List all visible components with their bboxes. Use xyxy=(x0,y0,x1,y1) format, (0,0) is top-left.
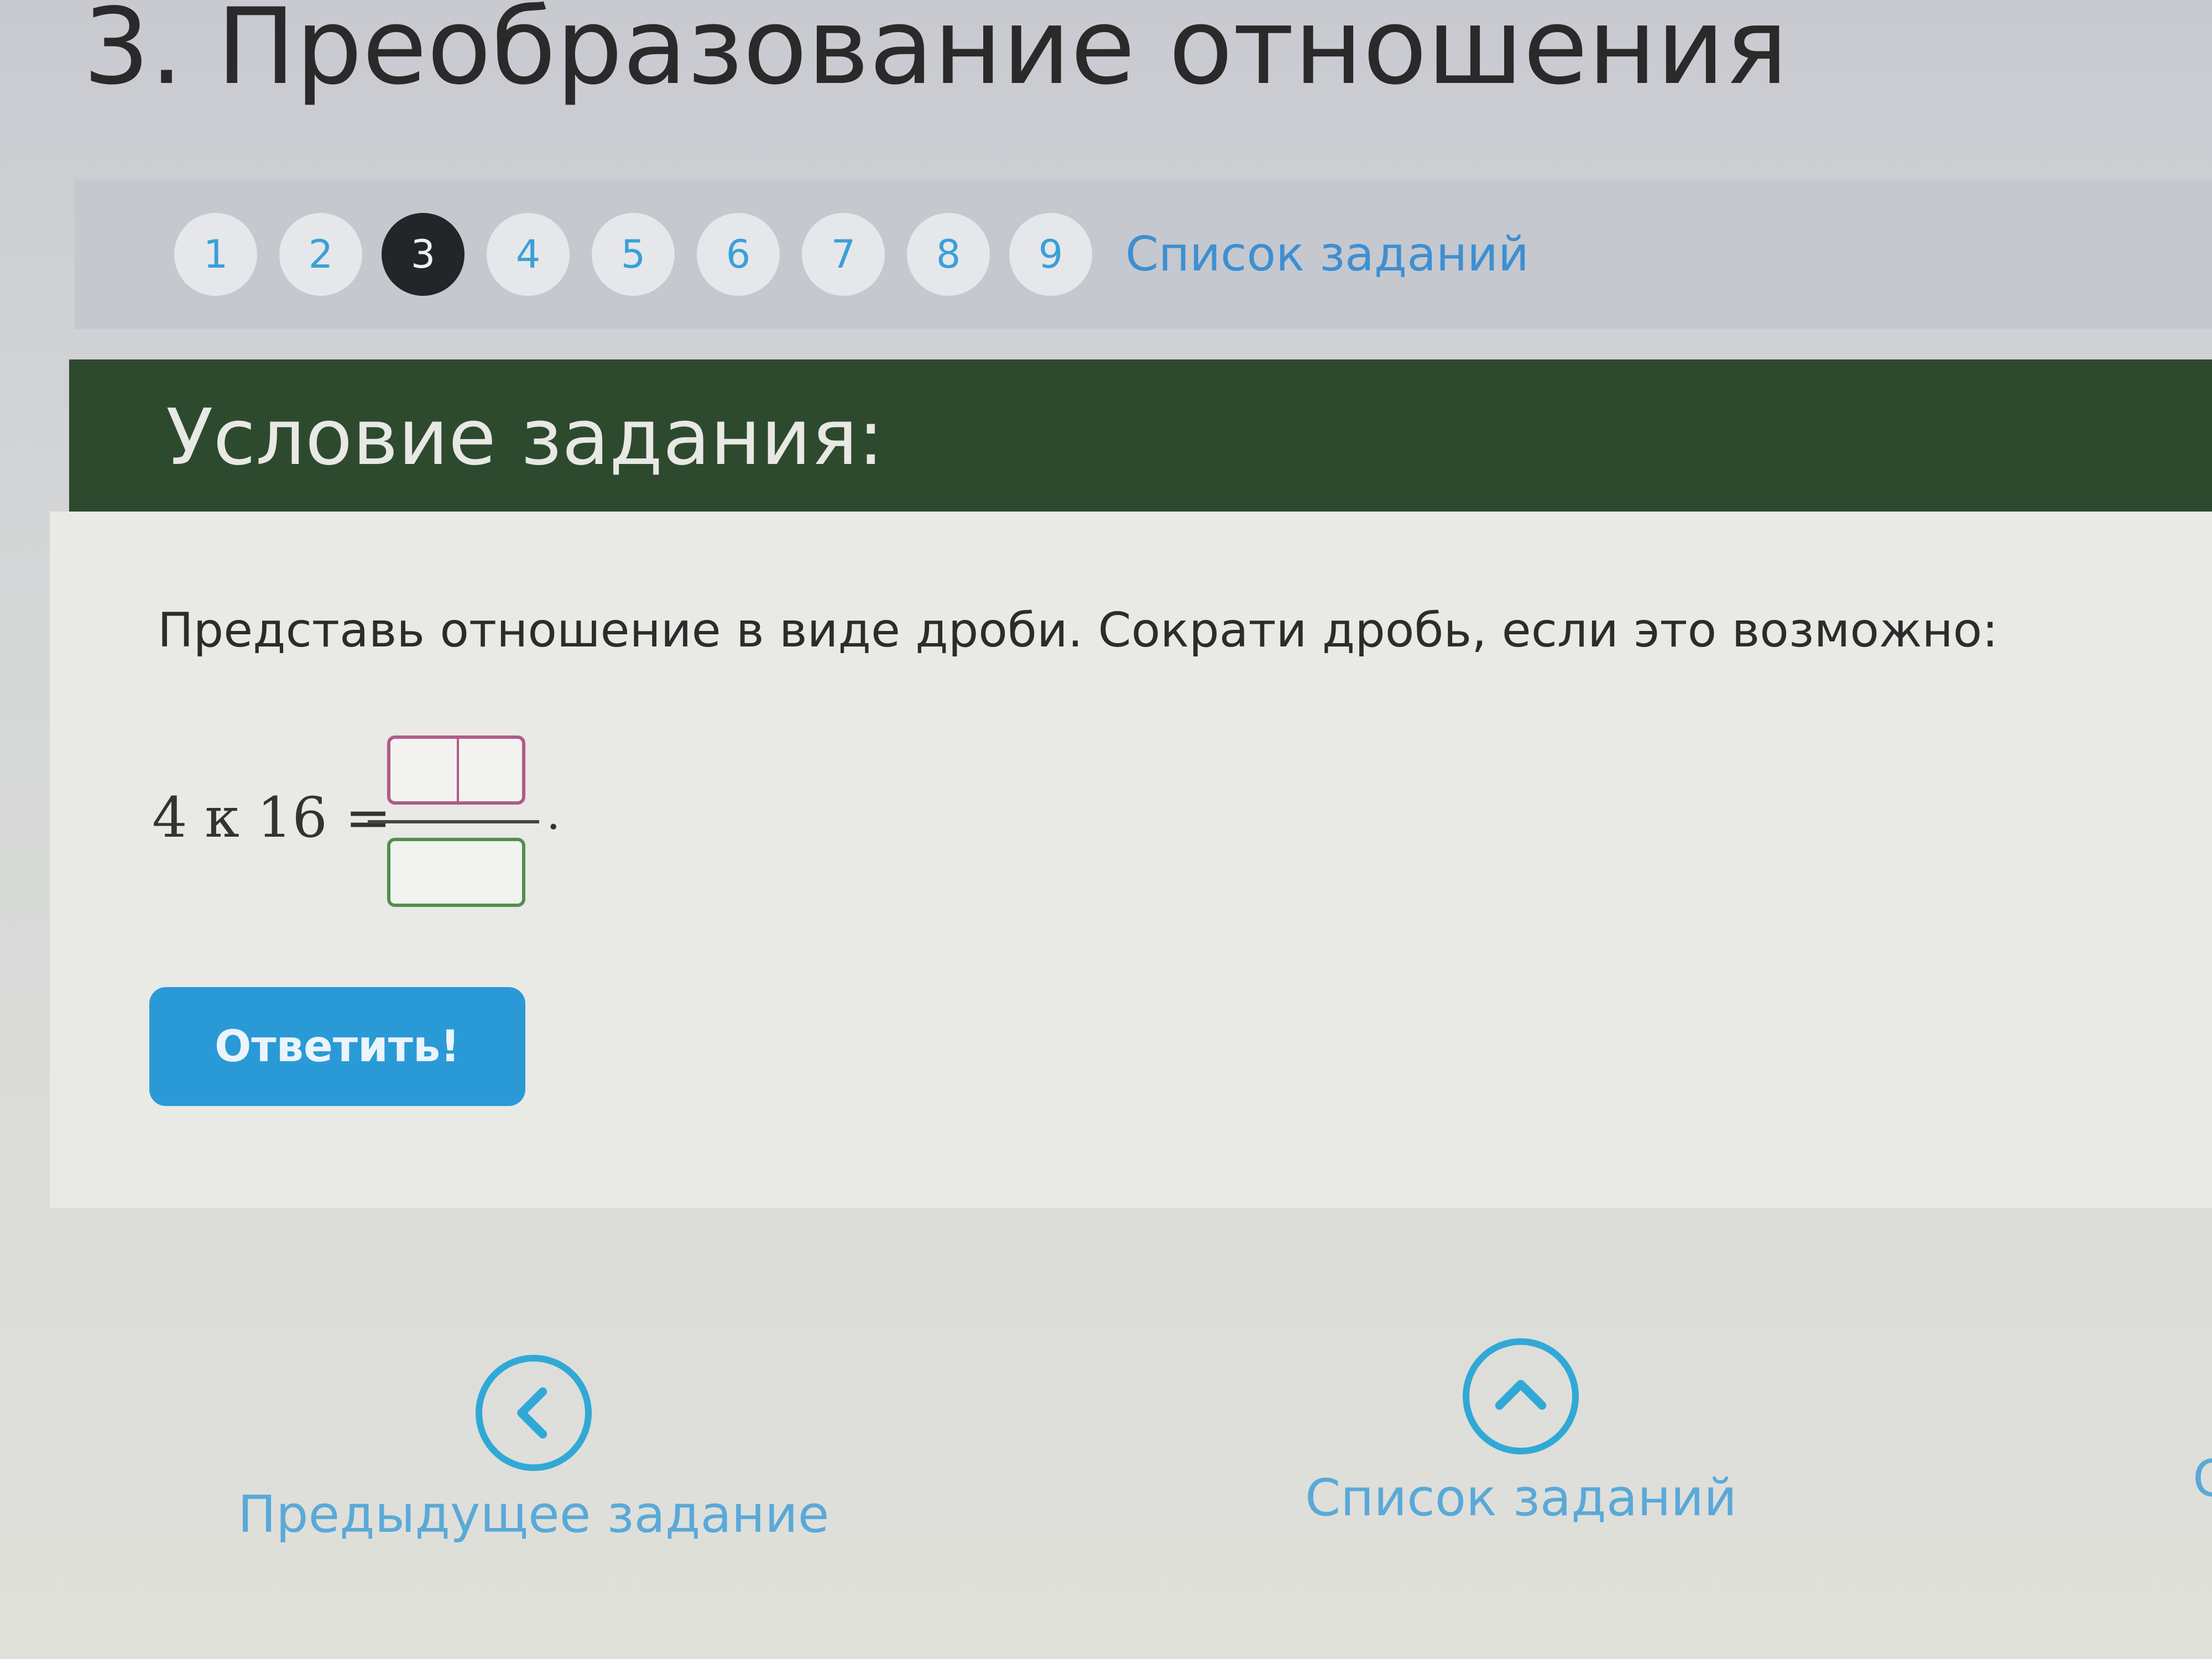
task-instruction: Представь отношение в виде дроби. Сократ… xyxy=(158,603,1999,658)
ratio-expression: 4 к 16 = xyxy=(152,785,392,850)
previous-task-label[interactable]: Предыдущее задание xyxy=(238,1485,829,1544)
section-title: Условие задания: xyxy=(166,393,884,483)
fraction-period: . xyxy=(546,788,561,839)
numerator-input-split xyxy=(387,735,525,805)
page-title: 3. Преобразование отношения xyxy=(83,0,1788,108)
step-5-button[interactable]: 5 xyxy=(592,213,675,296)
task-list-bottom-link[interactable]: Список заданий xyxy=(1305,1338,1737,1527)
next-task-label-fragment[interactable]: С xyxy=(2193,1449,2212,1508)
task-content-card: Представь отношение в виде дроби. Сократ… xyxy=(50,512,2212,1208)
step-1-button[interactable]: 1 xyxy=(174,213,257,296)
step-7-button[interactable]: 7 xyxy=(802,213,885,296)
fraction-bar xyxy=(368,820,539,823)
task-list-bottom-label[interactable]: Список заданий xyxy=(1305,1468,1737,1527)
step-4-button[interactable]: 4 xyxy=(487,213,570,296)
step-9-button[interactable]: 9 xyxy=(1009,213,1092,296)
task-condition-header: Условие задания: xyxy=(69,359,2212,512)
denominator-input[interactable] xyxy=(387,838,525,907)
task-list-link[interactable]: Список заданий xyxy=(1125,227,1529,282)
step-8-button[interactable]: 8 xyxy=(907,213,990,296)
chevron-left-icon[interactable] xyxy=(475,1355,592,1471)
chevron-up-icon[interactable] xyxy=(1463,1338,1579,1454)
answer-button[interactable]: Ответить! xyxy=(149,987,525,1106)
numerator-divider xyxy=(457,739,459,801)
task-nav-bar: 1 2 3 4 5 6 7 8 9 Список заданий xyxy=(75,180,2212,329)
previous-task-link[interactable]: Предыдущее задание xyxy=(238,1355,829,1544)
page: 3. Преобразование отношения 1 2 3 4 5 6 … xyxy=(0,0,2212,1659)
step-3-button[interactable]: 3 xyxy=(382,213,465,296)
step-2-button[interactable]: 2 xyxy=(279,213,362,296)
step-6-button[interactable]: 6 xyxy=(697,213,780,296)
